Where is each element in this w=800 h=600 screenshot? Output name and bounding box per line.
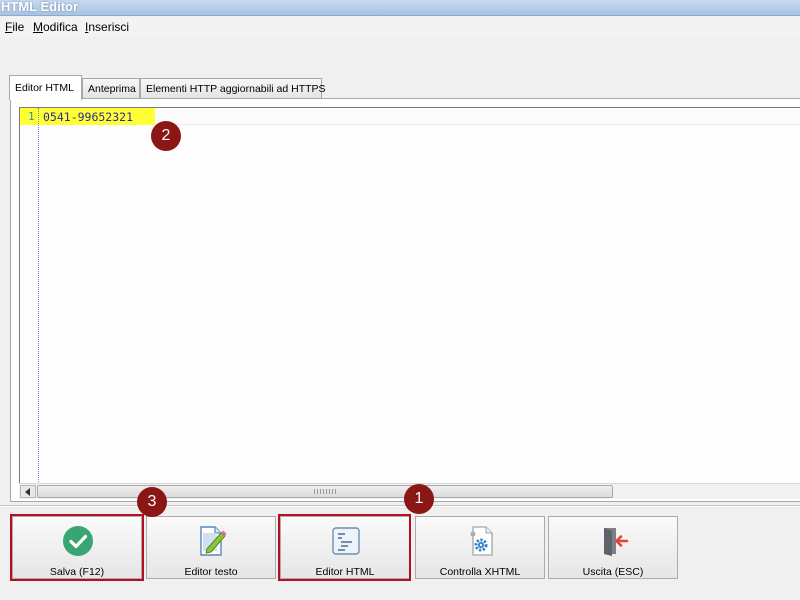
annotation-badge-1: 1 <box>404 484 434 514</box>
document-pencil-icon <box>200 526 227 556</box>
scroll-left-icon[interactable] <box>20 485 36 498</box>
code-line[interactable]: 0541-99652321 <box>43 110 133 124</box>
controlla-xhtml-button[interactable]: Controlla XHTML <box>415 516 545 579</box>
toolbar-separator <box>0 505 800 507</box>
editor-testo-label: Editor testo <box>184 566 238 578</box>
exit-door-icon <box>604 528 629 556</box>
gutter-divider <box>38 108 39 484</box>
tab-editor-html[interactable]: Editor HTML <box>9 75 82 100</box>
menu-file[interactable]: File <box>5 20 24 34</box>
line-number: 1 <box>28 110 35 123</box>
menu-inserisci[interactable]: Inserisci <box>85 20 129 34</box>
editor-current-line <box>155 108 800 125</box>
tab-elementi-https[interactable]: Elementi HTTP aggiornabili ad HTTPS <box>140 78 326 99</box>
editor-testo-button[interactable]: Editor testo <box>146 516 276 579</box>
document-gear-icon <box>470 526 493 556</box>
title-bar: HTML Editor <box>0 0 800 16</box>
exit-button-label: Uscita (ESC) <box>582 566 644 578</box>
code-editor[interactable]: 1 0541-99652321 <box>19 107 800 484</box>
highlight-save-button <box>10 514 144 581</box>
exit-button[interactable]: Uscita (ESC) <box>548 516 678 579</box>
menu-modifica[interactable]: Modifica <box>33 20 78 34</box>
annotation-badge-3: 3 <box>137 487 167 517</box>
scrollbar-thumb[interactable] <box>37 485 613 498</box>
menu-bar: File Modifica Inserisci <box>0 17 800 37</box>
grip-icon <box>314 489 336 494</box>
tab-anteprima[interactable]: Anteprima <box>82 78 140 99</box>
annotation-badge-2: 2 <box>151 121 181 151</box>
controlla-xhtml-label: Controlla XHTML <box>439 566 521 578</box>
window-title: HTML Editor <box>1 0 79 14</box>
highlight-editor-html-button <box>278 514 411 581</box>
